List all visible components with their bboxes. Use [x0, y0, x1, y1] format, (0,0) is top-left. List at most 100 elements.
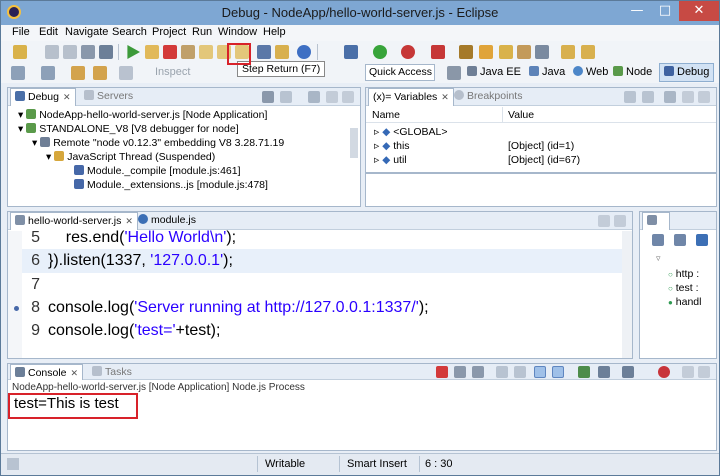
sort-icon[interactable] [652, 234, 664, 246]
tab-debug[interactable]: Debug ✕ [10, 88, 76, 106]
quick-access-input[interactable]: Quick Access [365, 64, 435, 81]
tree-node-launch[interactable]: ▾ NodeApp-hello-world-server.js [Node Ap… [18, 109, 267, 121]
pin-icon[interactable] [581, 45, 595, 59]
menu-project[interactable]: Project [152, 26, 186, 38]
editor-scrollbar[interactable] [622, 231, 632, 358]
tab-tasks[interactable]: Tasks [88, 364, 136, 380]
tree-node-thread[interactable]: ▾ JavaScript Thread (Suspended) [46, 151, 215, 163]
use-step-filters-icon[interactable] [275, 45, 289, 59]
terminate-icon[interactable] [163, 45, 177, 59]
hide-static-icon[interactable] [696, 234, 708, 246]
remove-all-icon[interactable] [472, 366, 484, 378]
maximize-button[interactable]: □ [651, 1, 679, 21]
perspective-node[interactable]: Node [613, 66, 652, 78]
view-menu-icon[interactable] [308, 91, 320, 103]
column-name[interactable]: Name [372, 109, 400, 121]
tab-breakpoints[interactable]: Breakpoints [450, 88, 526, 106]
print-icon[interactable] [81, 45, 95, 59]
remove-terminated-icon[interactable] [262, 91, 274, 103]
close-icon[interactable]: ✕ [441, 92, 449, 102]
drop-to-frame-icon[interactable] [257, 45, 271, 59]
remove-launch-icon[interactable] [454, 366, 466, 378]
maximize-view-icon[interactable] [698, 91, 710, 103]
forward-arrow-icon[interactable] [119, 66, 133, 80]
tab-variables[interactable]: (x)= Variables ✕ [368, 88, 454, 106]
bug-icon[interactable] [344, 45, 358, 59]
inspect-button[interactable]: Inspect [155, 66, 190, 78]
open-type-icon[interactable] [499, 45, 513, 59]
outline-item[interactable]: ○ http : [668, 268, 699, 280]
collapse-all-icon[interactable] [642, 91, 654, 103]
stack-frame[interactable]: Module._extensions..js [module.js:478] [74, 179, 268, 191]
menu-file[interactable]: File [12, 26, 30, 38]
minimize-view-icon[interactable] [682, 91, 694, 103]
open-console-icon[interactable] [99, 45, 113, 59]
maximize-view-icon[interactable] [614, 215, 626, 227]
menu-help[interactable]: Help [263, 26, 286, 38]
column-value[interactable]: Value [508, 109, 534, 121]
close-icon[interactable]: ✕ [63, 92, 71, 102]
minimize-view-icon[interactable] [326, 91, 338, 103]
close-icon[interactable]: ✕ [71, 368, 79, 378]
toggle-icon[interactable] [11, 66, 25, 80]
tree-node-v8[interactable]: ▾ STANDALONE_V8 [V8 debugger for node] [18, 123, 239, 135]
save-all-icon[interactable] [63, 45, 77, 59]
variable-row[interactable]: ▹ ◆ util [374, 154, 407, 166]
perspective-debug[interactable]: Debug [659, 63, 715, 82]
minimize-view-icon[interactable] [598, 215, 610, 227]
close-button[interactable]: ✕ [679, 1, 719, 21]
variable-detail-pane[interactable] [365, 173, 717, 207]
show-type-names-icon[interactable] [624, 91, 636, 103]
fast-view-icon[interactable] [7, 458, 19, 470]
annotation-icon[interactable] [561, 45, 575, 59]
new-java-project-icon[interactable] [459, 45, 473, 59]
last-edit-icon[interactable] [71, 66, 85, 80]
display-console-icon[interactable] [598, 366, 610, 378]
menu-search[interactable]: Search [112, 26, 147, 38]
perspective-java[interactable]: Java [529, 66, 565, 78]
maximize-view-icon[interactable] [698, 366, 710, 378]
outline-item[interactable]: ○ test : [668, 282, 699, 294]
open-console-icon[interactable] [622, 366, 634, 378]
hide-fields-icon[interactable] [674, 234, 686, 246]
step-into-icon[interactable] [199, 45, 213, 59]
new-package-icon[interactable] [479, 45, 493, 59]
perspective-web[interactable]: Web [573, 66, 608, 78]
menu-edit[interactable]: Edit [39, 26, 58, 38]
suspend-icon[interactable] [145, 45, 159, 59]
new-icon[interactable] [13, 45, 27, 59]
back-arrow-icon[interactable] [93, 66, 107, 80]
variable-row[interactable]: ▹ ◆ <GLOBAL> [374, 126, 448, 138]
tab-servers[interactable]: Servers [80, 88, 137, 106]
tab-module-js[interactable]: module.js [134, 212, 200, 230]
collapse-icon[interactable] [280, 91, 292, 103]
maximize-view-icon[interactable] [342, 91, 354, 103]
terminate-icon[interactable] [436, 366, 448, 378]
node-console-icon[interactable] [658, 366, 670, 378]
scroll-lock-icon[interactable] [514, 366, 526, 378]
debug-icon[interactable] [297, 45, 311, 59]
open-perspective-icon[interactable] [447, 66, 461, 80]
view-menu-icon[interactable] [664, 91, 676, 103]
stack-frame[interactable]: Module._compile [module.js:461] [74, 165, 241, 177]
search-icon[interactable] [535, 45, 549, 59]
open-task-icon[interactable] [517, 45, 531, 59]
menu-navigate[interactable]: Navigate [65, 26, 108, 38]
variable-row[interactable]: ▹ ◆ this [374, 140, 410, 152]
menu-window[interactable]: Window [218, 26, 257, 38]
show-stderr-icon[interactable] [552, 366, 564, 378]
perspective-java-ee[interactable]: Java EE [467, 66, 521, 78]
resume-icon[interactable] [127, 45, 140, 59]
show-stdout-icon[interactable] [534, 366, 546, 378]
tab-console[interactable]: Console ✕ [10, 364, 84, 380]
external-tools-icon[interactable] [401, 45, 415, 59]
tree-node-remote[interactable]: ▾ Remote "node v0.12.3" embedding V8 3.2… [32, 137, 284, 149]
disconnect-icon[interactable] [181, 45, 195, 59]
back-history-icon[interactable] [41, 66, 55, 80]
outline-item[interactable]: ● handl [668, 296, 701, 308]
debug-scrollbar[interactable] [350, 128, 358, 158]
minimize-button[interactable]: — [623, 1, 651, 21]
menu-run[interactable]: Run [192, 26, 212, 38]
tab-outline[interactable]: ✕ [642, 212, 670, 243]
tab-hello-world-server[interactable]: hello-world-server.js ✕ [10, 212, 138, 230]
